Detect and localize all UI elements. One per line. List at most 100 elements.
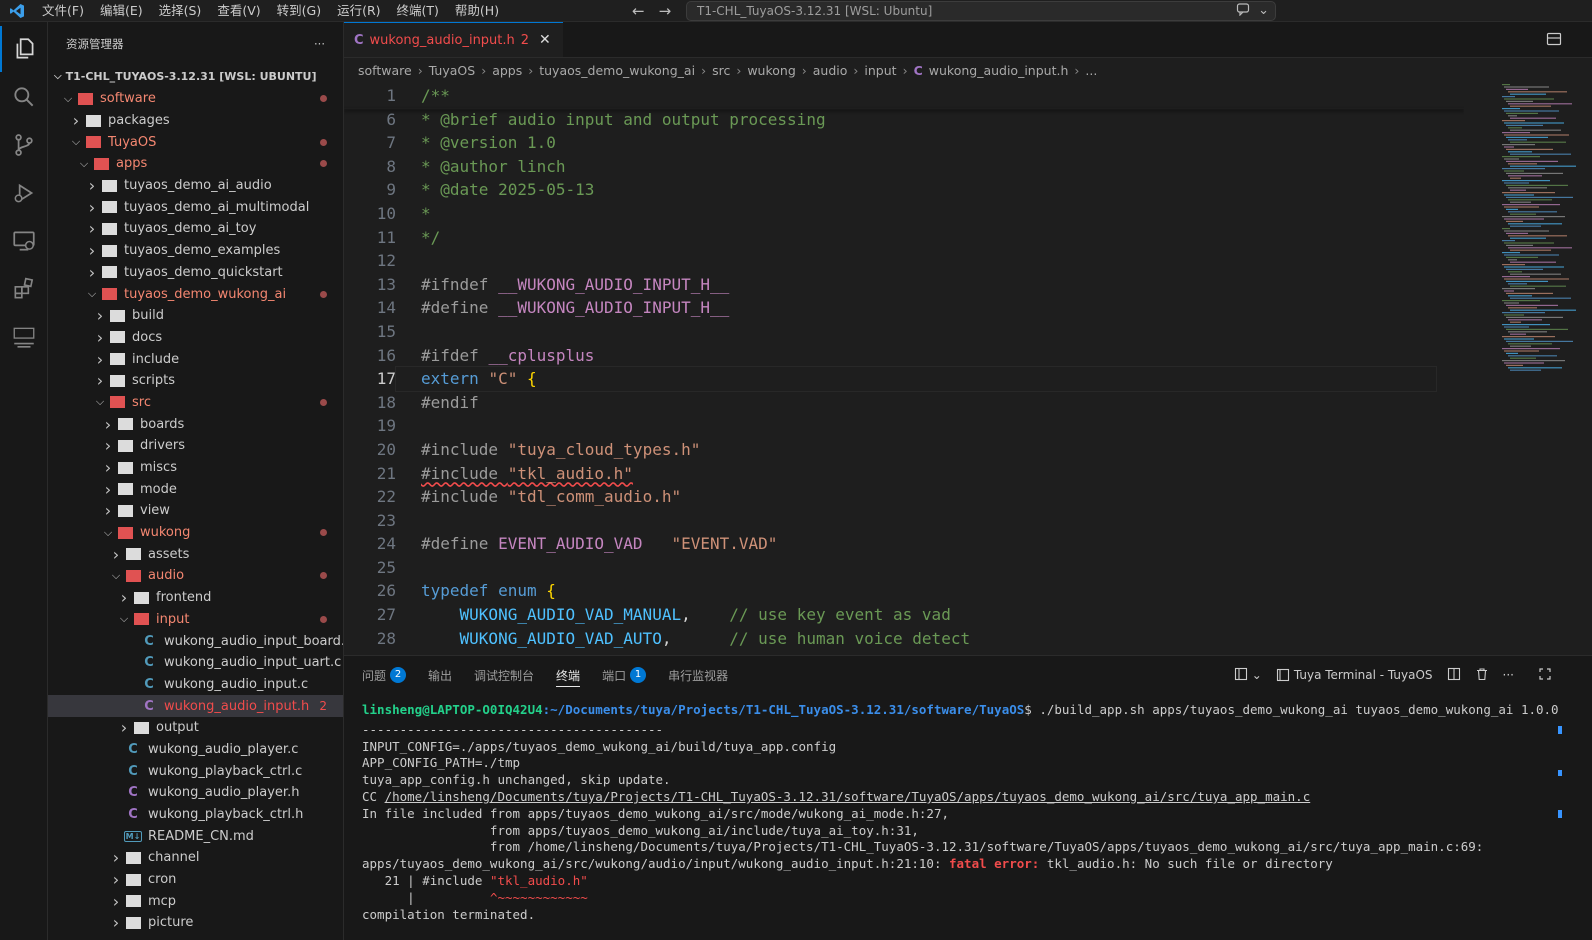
source-control-icon[interactable] [0,122,48,168]
tree-file[interactable]: Cwukong_audio_player.c [48,739,343,761]
code-editor[interactable]: 1 /** 6 * @brief audio input and output pro… [344,84,1464,655]
menu-item[interactable]: 查看(V) [209,0,268,22]
menu-item[interactable]: 文件(F) [34,0,92,22]
tree-folder[interactable]: › view [48,500,343,522]
forward-arrow-icon[interactable]: → [659,2,672,20]
breadcrumb-item[interactable]: src [712,58,730,84]
split-editor-icon[interactable] [1546,31,1562,47]
menu-item[interactable]: 选择(S) [151,0,210,22]
explorer-files-icon[interactable] [0,26,48,72]
tree-folder[interactable]: › picture [48,912,343,934]
breadcrumb-more[interactable]: ... [1085,58,1097,84]
editor-tab-active[interactable]: C wukong_audio_input.h 2 ✕ [344,22,563,57]
tree-folder[interactable]: › assets [48,543,343,565]
menu-item[interactable]: 转到(G) [269,0,329,22]
tree-folder[interactable]: › miscs [48,457,343,479]
tree-file[interactable]: Cwukong_audio_input.h 2 [48,695,343,717]
panel-tab[interactable]: 串行监视器 [668,656,728,694]
wind-ide-icon[interactable] [0,314,48,360]
panel-tab[interactable]: 终端 [556,656,581,694]
terminal-scrollbar[interactable] [1558,700,1562,860]
breadcrumb-item[interactable]: input [864,58,896,84]
tree-folder[interactable]: › tuyaos_demo_examples [48,240,343,262]
tree-folder[interactable]: › tuyaos_demo_ai_multimodal [48,196,343,218]
command-center[interactable]: T1-CHL_TuyaOS-3.12.31 [WSL: Ubuntu] ⌄ [686,1,1276,21]
tree-folder[interactable]: ⌵ wukong [48,522,343,544]
folder-icon [100,179,118,193]
terminal-output[interactable]: linsheng@LAPTOP-O0IQ42U4:~/Documents/tuy… [362,702,1559,923]
chevron-down-icon[interactable]: ⌄ [1258,2,1269,22]
tree-file[interactable]: Cwukong_audio_player.h [48,782,343,804]
back-arrow-icon[interactable]: ← [632,2,645,20]
tab-close-icon[interactable]: ✕ [539,32,551,48]
split-terminal-icon[interactable] [1447,667,1461,684]
prompt-path: :~/Documents/tuya/Projects/T1-CHL_TuyaOS… [542,702,1025,717]
tree-file[interactable]: M↓ README_CN.md [48,825,343,847]
search-icon[interactable] [0,74,48,120]
minimap-line [1510,297,1571,299]
menu-item[interactable]: 编辑(E) [92,0,151,22]
tree-file[interactable]: Cwukong_audio_input.c [48,674,343,696]
chevron-right-icon: › [96,327,104,347]
tree-folder[interactable]: › mcp [48,890,343,912]
tree-folder[interactable]: › packages [48,110,343,132]
tree-folder[interactable]: › cron [48,869,343,891]
error-location[interactable]: apps/tuyaos_demo_wukong_ai/src/wukong/au… [362,856,949,871]
breadcrumb-item[interactable]: wukong [747,58,795,84]
breadcrumb-file[interactable]: wukong_audio_input.h [929,58,1069,84]
tree-folder[interactable]: ⌵ tuyaos_demo_wukong_ai [48,283,343,305]
panel-tab[interactable]: 端口 1 [602,656,647,694]
workspace-root[interactable]: ⌵ T1-CHL_TUYAOS-3.12.31 [WSL: UBUNTU] [48,66,343,88]
tree-folder[interactable]: ⌵ src [48,392,343,414]
breadcrumb-item[interactable]: software [358,58,412,84]
tree-folder[interactable]: ⌵ input [48,609,343,631]
folder-shape [77,92,93,105]
copilot-chat-icon[interactable] [1236,2,1250,22]
tree-folder[interactable]: › tuyaos_demo_ai_toy [48,218,343,240]
terminal-name[interactable]: Tuya Terminal - TuyaOS [1294,668,1433,682]
tree-folder[interactable]: ⌵ TuyaOS [48,131,343,153]
tree-folder[interactable]: › boards [48,413,343,435]
menu-item[interactable]: 运行(R) [329,0,388,22]
tree-folder[interactable]: › tuyaos_demo_quickstart [48,262,343,284]
tree-folder[interactable]: › tuyaos_demo_ai_audio [48,175,343,197]
tree-file[interactable]: Cwukong_playback_ctrl.h [48,804,343,826]
breadcrumb-item[interactable]: apps [492,58,522,84]
breadcrumb-item[interactable]: audio [813,58,848,84]
explorer-more-button[interactable]: ··· [314,37,325,51]
minimap[interactable] [1492,84,1592,655]
tree-folder[interactable]: › build [48,305,343,327]
panel-tab[interactable]: 输出 [428,656,452,694]
tree-file[interactable]: Cwukong_audio_input_board.c [48,630,343,652]
tree-folder[interactable]: › scripts [48,370,343,392]
remote-explorer-icon[interactable] [0,218,48,264]
menu-item[interactable]: 终端(T) [389,0,447,22]
extensions-icon[interactable] [0,266,48,312]
tree-folder[interactable]: › drivers [48,435,343,457]
line-number: 11 [376,227,396,247]
tree-folder[interactable]: › frontend [48,587,343,609]
code-text: #define EVENT_AUDIO_VAD "EVENT.VAD" [396,532,777,556]
breadcrumb-item[interactable]: TuyaOS [429,58,476,84]
tree-folder[interactable]: › include [48,348,343,370]
panel-tab[interactable]: 问题 2 [362,656,407,694]
terminal-file-link[interactable]: /home/linsheng/Documents/tuya/Projects/T… [385,789,1311,804]
tree-folder[interactable]: › channel [48,847,343,869]
tree-folder[interactable]: ⌵ apps [48,153,343,175]
tree-folder[interactable]: ⌵ audio [48,565,343,587]
menu-item[interactable]: 帮助(H) [447,0,507,22]
run-debug-icon[interactable] [0,170,48,216]
tree-folder[interactable]: › docs [48,327,343,349]
tree-folder[interactable]: › mode [48,478,343,500]
breadcrumb-item[interactable]: tuyaos_demo_wukong_ai [539,58,695,84]
trash-icon[interactable] [1475,667,1489,684]
tree-file[interactable]: Cwukong_playback_ctrl.c [48,760,343,782]
tree-folder[interactable]: ⌵ software [48,88,343,110]
panel-more-button[interactable]: ··· [1503,668,1514,682]
layout-toggle-icon[interactable] [1234,667,1248,684]
tree-file[interactable]: Cwukong_audio_input_uart.c [48,652,343,674]
panel-tab[interactable]: 调试控制台 [474,656,534,694]
tree-folder[interactable]: › output [48,717,343,739]
chevron-down-icon[interactable]: ⌄ [1252,668,1262,682]
maximize-panel-icon[interactable] [1538,667,1552,684]
